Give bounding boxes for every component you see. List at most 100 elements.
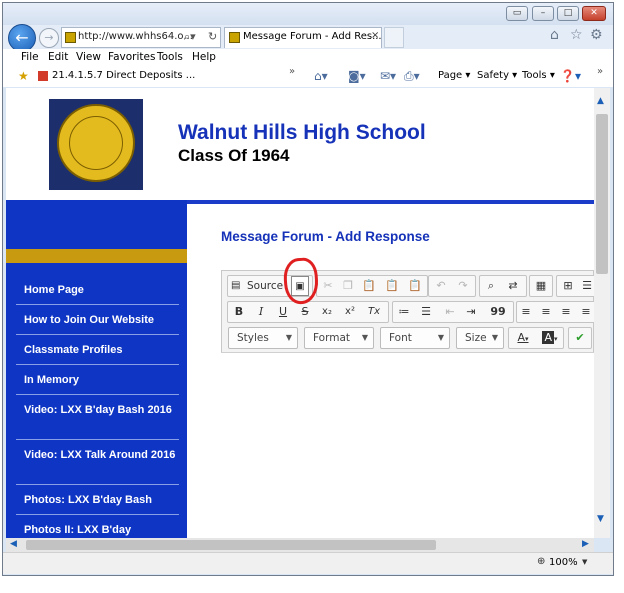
- table-icon[interactable]: ⊞: [560, 276, 576, 296]
- browser-tab[interactable]: Message Forum - Add Res... ×: [224, 27, 382, 48]
- favorites-star-icon[interactable]: ☆: [570, 27, 583, 43]
- new-tab-button[interactable]: [384, 27, 404, 48]
- paste-word-icon[interactable]: 📋: [408, 276, 422, 296]
- address-url[interactable]: http://www.whhs64.o...: [78, 31, 193, 42]
- replace-icon[interactable]: ⇄: [505, 276, 521, 296]
- cmdbar-chevron[interactable]: »: [597, 66, 603, 77]
- chevron-down-icon: ▾: [554, 335, 558, 343]
- tab-close-icon[interactable]: ×: [371, 30, 379, 41]
- select-all-icon[interactable]: ▦: [533, 276, 549, 296]
- status-bar: [3, 552, 613, 574]
- paste-icon[interactable]: 📋: [362, 276, 376, 296]
- tools-menu[interactable]: Tools ▾: [522, 70, 555, 81]
- menu-view[interactable]: View: [76, 51, 101, 63]
- mail-icon[interactable]: ✉▾: [380, 69, 396, 83]
- subscript-button[interactable]: x₂: [318, 302, 336, 322]
- redo-icon[interactable]: ↷: [455, 276, 471, 296]
- justify-icon[interactable]: ≡: [579, 302, 593, 322]
- vertical-scroll-thumb[interactable]: [596, 114, 608, 274]
- outdent-icon[interactable]: ⇤: [442, 302, 458, 322]
- menu-help[interactable]: Help: [192, 51, 216, 63]
- menu-file[interactable]: File: [21, 51, 39, 63]
- scroll-up-icon[interactable]: ▲: [597, 96, 604, 106]
- refresh-icon[interactable]: ↻: [208, 30, 217, 43]
- page-menu[interactable]: Page ▾: [438, 70, 470, 81]
- copy-icon[interactable]: ❐: [341, 276, 355, 296]
- numbered-list-icon[interactable]: ≔: [396, 302, 412, 322]
- sidebar-item-photos-ii[interactable]: Photos II: LXX B'day: [24, 522, 179, 539]
- close-window-button[interactable]: ▭: [506, 6, 528, 21]
- sidebar-item-home[interactable]: Home Page: [24, 282, 179, 299]
- school-name: Walnut Hills High School: [178, 121, 426, 144]
- scroll-down-icon[interactable]: ▼: [597, 514, 604, 524]
- font-dropdown[interactable]: Font ▼: [380, 327, 450, 349]
- forward-arrow-icon: →: [44, 31, 54, 44]
- address-bar[interactable]: http://www.whhs64.o... ⌕▾ ↻: [61, 27, 221, 48]
- sidebar-item-profiles[interactable]: Classmate Profiles: [24, 342, 179, 359]
- find-icon[interactable]: ⌕: [483, 276, 499, 296]
- horizontal-line-icon[interactable]: ☰: [580, 276, 594, 296]
- bg-color-label: A: [542, 331, 554, 344]
- favorite-site-icon: [38, 71, 48, 81]
- feeds-icon[interactable]: ◙▾: [348, 69, 366, 83]
- indent-icon[interactable]: ⇥: [463, 302, 479, 322]
- zoom-level[interactable]: 100%: [549, 557, 578, 568]
- paste-text-icon[interactable]: 📋: [385, 276, 399, 296]
- close-button[interactable]: ✕: [582, 6, 606, 21]
- undo-icon[interactable]: ↶: [433, 276, 449, 296]
- minimize-button[interactable]: –: [532, 6, 554, 21]
- zoom-chevron-icon[interactable]: ▼: [582, 558, 587, 566]
- scroll-left-icon[interactable]: ◀: [10, 539, 17, 549]
- sidebar-item-video-bash[interactable]: Video: LXX B'day Bash 2016: [24, 402, 179, 419]
- maximize-button[interactable]: □: [557, 6, 579, 21]
- favbar-chevron[interactable]: »: [289, 66, 295, 77]
- forward-button[interactable]: →: [39, 28, 59, 48]
- bullet-list-icon[interactable]: ☰: [418, 302, 434, 322]
- home-icon[interactable]: ⌂: [550, 27, 559, 43]
- spellcheck-icon[interactable]: ✔: [570, 328, 590, 348]
- source-button[interactable]: Source: [247, 276, 283, 296]
- close-icon: ▭: [512, 8, 522, 18]
- scroll-right-icon[interactable]: ▶: [582, 539, 589, 549]
- back-button[interactable]: ←: [8, 24, 36, 52]
- format-dropdown[interactable]: Format ▼: [304, 327, 374, 349]
- menu-tools[interactable]: Tools: [157, 51, 183, 63]
- menu-edit[interactable]: Edit: [48, 51, 68, 63]
- print-icon[interactable]: ⎙▾: [404, 69, 420, 84]
- zoom-icon[interactable]: ⊕: [537, 556, 545, 567]
- sidebar-item-in-memory[interactable]: In Memory: [24, 372, 179, 389]
- styles-label: Styles: [237, 332, 269, 344]
- styles-dropdown[interactable]: Styles ▼: [228, 327, 298, 349]
- search-icon[interactable]: ⌕▾: [184, 30, 196, 44]
- menu-favorites[interactable]: Favorites: [108, 51, 155, 63]
- sidebar-item-join[interactable]: How to Join Our Website: [24, 312, 179, 329]
- horizontal-scroll-thumb[interactable]: [26, 540, 436, 550]
- sidebar-divider: [16, 484, 179, 485]
- settings-gear-icon[interactable]: ⚙: [590, 27, 603, 43]
- size-dropdown[interactable]: Size ▼: [456, 327, 504, 349]
- italic-button[interactable]: I: [254, 302, 268, 322]
- cut-icon[interactable]: ✂: [321, 276, 335, 296]
- underline-button[interactable]: U: [276, 302, 290, 322]
- favorites-star-icon[interactable]: ★: [18, 69, 29, 83]
- align-center-icon[interactable]: ≡: [539, 302, 553, 322]
- safety-menu[interactable]: Safety ▾: [477, 70, 517, 81]
- site-favicon-icon: [65, 32, 76, 43]
- help-icon[interactable]: ❓▾: [560, 69, 581, 83]
- sidebar-divider: [16, 439, 179, 440]
- sidebar-item-video-talk[interactable]: Video: LXX Talk Around 2016: [24, 447, 179, 464]
- align-right-icon[interactable]: ≡: [559, 302, 573, 322]
- bg-color-button[interactable]: A ▾: [538, 328, 562, 349]
- bold-button[interactable]: B: [232, 302, 246, 322]
- align-left-icon[interactable]: ≡: [519, 302, 533, 322]
- sidebar-gold-band: [6, 249, 187, 263]
- sidebar-item-photos-bash[interactable]: Photos: LXX B'day Bash: [24, 492, 179, 509]
- favorites-item[interactable]: 21.4.1.5.7 Direct Deposits ...: [52, 70, 195, 81]
- blockquote-button[interactable]: 99: [489, 302, 507, 322]
- home-cmd-icon[interactable]: ⌂▾: [314, 69, 328, 83]
- superscript-button[interactable]: x²: [341, 302, 359, 322]
- remove-format-button[interactable]: Tx: [365, 302, 383, 322]
- strikethrough-button[interactable]: S: [298, 302, 312, 322]
- editor-content-area[interactable]: [221, 352, 594, 538]
- text-color-button[interactable]: A▾: [511, 328, 535, 349]
